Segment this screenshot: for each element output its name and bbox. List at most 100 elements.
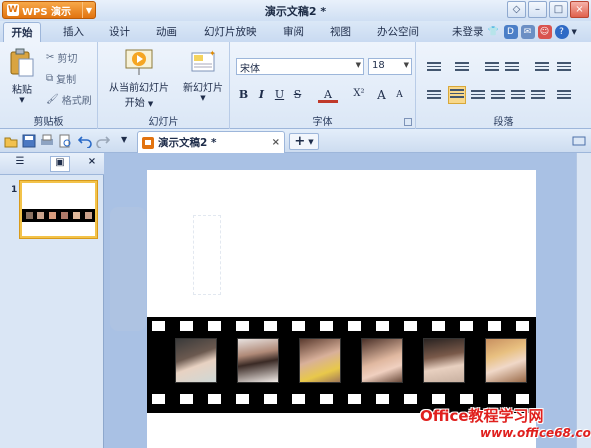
help-icon[interactable]: ? [554,24,569,39]
watermark-title: Office教程学习网 [420,407,544,425]
distribute-button[interactable] [530,88,546,102]
format-painter-button[interactable]: 🖌 格式刷 [46,92,92,107]
align-right-button[interactable] [490,88,506,102]
document-icon[interactable]: D [503,24,518,39]
paragraph-group: 段落 [416,42,591,129]
new-slide-icon: ✦ [191,49,216,72]
columns-icon[interactable] [426,88,442,102]
slide-number: 1 [11,185,18,195]
text-align-icon[interactable] [556,88,572,102]
new-tab-button[interactable]: + ▼ [289,133,319,150]
justify-button[interactable] [510,88,526,102]
text-direction-icon[interactable] [556,60,572,74]
cut-label: 剪切 [57,54,78,65]
superscript-button[interactable]: X² [349,88,369,103]
new-slide-button[interactable]: ✦ 新幻灯片 ▼ [180,48,226,102]
tab-office-space[interactable]: 办公空间 [377,24,419,39]
svg-text:✦: ✦ [209,49,216,58]
grow-font-button[interactable]: A [374,88,389,103]
copy-label: 复制 [56,75,77,86]
watermark-url: www.office68.com [480,426,591,440]
tab-design[interactable]: 设计 [109,24,130,39]
document-tab[interactable]: 演示文稿2 * × [137,131,285,153]
slides-group: 从当前幻灯片 开始 ▼ ✦ 新幻灯片 ▼ 幻灯片 [98,42,230,129]
tab-review[interactable]: 审阅 [283,24,304,39]
quick-access-bar: ▼ 演示文稿2 * × + ▼ [0,129,591,153]
underline-button[interactable]: U [272,88,287,103]
photo-frame-1 [175,338,217,383]
close-button[interactable]: × [570,1,589,18]
chevron-down-icon: ▼ [355,61,361,69]
site-watermark: Office教程学习网 www.office68.com [420,405,591,445]
text-placeholder[interactable] [193,215,221,295]
copy-button[interactable]: ⧉ 复制 [46,71,76,86]
maximize-button[interactable]: □ [549,1,568,18]
font-name-select[interactable]: 宋体 ▼ [236,58,364,75]
save-icon[interactable] [22,134,36,148]
help-dropdown-icon[interactable]: ▼ [572,28,577,36]
shrink-font-button[interactable]: A [392,90,407,105]
mail-icon[interactable]: ✉ [520,24,535,39]
ribbon: 粘贴 ▼ ✂ 剪切 ⧉ 复制 🖌 格式刷 剪贴板 从当前幻灯片 开始 ▼ ✦ 新幻灯片… [0,42,591,129]
outline-tab-icon[interactable]: ☰ [10,156,30,172]
redo-icon[interactable] [96,134,110,148]
italic-button[interactable]: I [254,88,269,103]
close-panel-icon[interactable]: × [82,156,102,172]
font-color-button[interactable]: A [318,88,338,103]
tab-insert[interactable]: 插入 [63,24,84,39]
font-group-label: 字体 [312,117,333,128]
new-slide-dropdown-icon: ▼ [200,94,206,102]
play-from-current-button[interactable]: 从当前幻灯片 开始 ▼ [104,48,174,109]
ribbon-tab-row: 开始 插入 设计 动画 幻灯片放映 审阅 视图 办公空间 未登录 👕 D ✉ ☺… [0,21,591,43]
print-preview-icon[interactable] [58,134,72,148]
skin-button[interactable]: ◇ [507,1,526,18]
brush-icon: 🖌 [46,94,59,105]
increase-indent-icon[interactable] [504,60,520,74]
minimize-button[interactable]: – [528,1,547,18]
bullet-list-icon[interactable] [426,60,442,74]
undo-icon[interactable] [78,134,92,148]
align-left-button[interactable] [448,86,466,104]
shirt-icon[interactable]: 👕 [487,25,501,39]
panel-toggle-icon[interactable] [572,134,586,148]
strikethrough-button[interactable]: S [290,88,305,103]
slides-group-label: 幻灯片 [148,117,179,128]
title-placeholder-handle[interactable] [110,207,146,331]
document-tab-label: 演示文稿2 * [158,137,217,149]
slides-panel-tabs: ☰ ▣ × [0,153,104,175]
decrease-indent-icon[interactable] [484,60,500,74]
open-folder-icon[interactable] [4,134,18,148]
tab-animation[interactable]: 动画 [156,24,177,39]
play-from-current-sublabel: 开始 ▼ [124,98,154,109]
close-tab-icon[interactable]: × [272,137,280,148]
slide-thumbnail[interactable] [20,181,97,238]
thumbnail-filmstrip-graphic [26,212,92,219]
font-group: 宋体 ▼ 18 ▼ B I U S A X² A A 字体 [230,42,416,129]
print-icon[interactable] [40,134,54,148]
photo-frame-6 [485,338,527,383]
customize-toolbar-icon[interactable]: ▼ [121,135,127,144]
login-status[interactable]: 未登录 [452,24,484,39]
slides-panel: ☰ ▣ × 1 [0,153,104,448]
align-center-button[interactable] [470,88,486,102]
tab-home[interactable]: 开始 [3,22,41,43]
plus-icon: + [294,134,306,149]
play-from-current-label: 从当前幻灯片 [109,83,169,94]
numbered-list-icon[interactable] [454,60,470,74]
chevron-down-icon: ▼ [403,61,409,69]
avatar-icon[interactable]: ☺ [537,24,552,39]
paste-dropdown-icon: ▼ [19,96,25,104]
cut-button[interactable]: ✂ 剪切 [46,50,77,65]
bold-button[interactable]: B [236,88,251,103]
vertical-scrollbar[interactable] [576,153,591,448]
tab-slideshow[interactable]: 幻灯片放映 [204,24,257,39]
font-dialog-launcher[interactable] [404,118,412,126]
font-size-select[interactable]: 18 ▼ [368,58,412,75]
tab-view[interactable]: 视图 [330,24,351,39]
paste-button[interactable]: 粘贴 ▼ [4,48,40,104]
photo-frame-3 [299,338,341,383]
filmstrip-image[interactable] [147,317,536,413]
slides-tab-icon[interactable]: ▣ [50,156,70,172]
line-spacing-icon[interactable] [534,60,550,74]
format-painter-label: 格式刷 [61,96,92,107]
